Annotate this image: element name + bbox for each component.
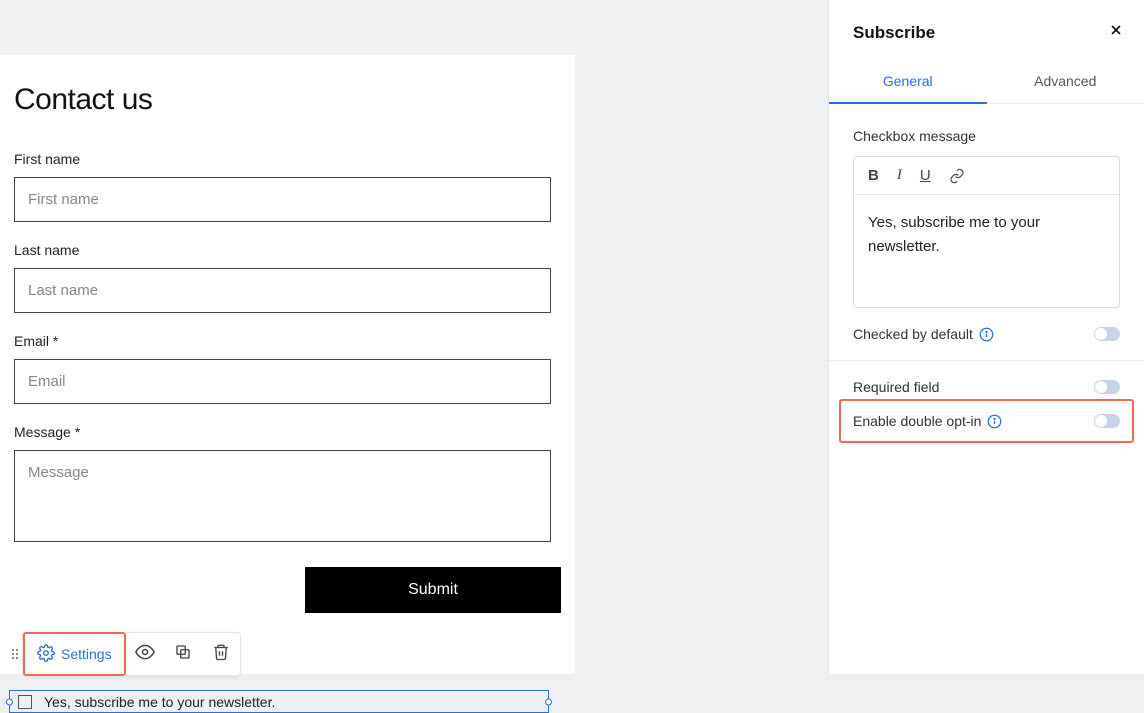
first-name-input[interactable] — [14, 177, 551, 222]
rte-content[interactable]: Yes, subscribe me to your newsletter. — [854, 195, 1119, 307]
subscribe-checkbox-text: Yes, subscribe me to your newsletter. — [44, 694, 275, 710]
panel-body: Checkbox message B I U Yes, subscribe me… — [829, 104, 1144, 443]
trash-icon — [212, 643, 230, 666]
rte-toolbar: B I U — [854, 157, 1119, 195]
checkbox-icon[interactable] — [18, 695, 32, 709]
underline-icon: U — [920, 167, 931, 184]
rich-text-editor: B I U Yes, subscribe me to your newslett… — [853, 156, 1120, 308]
submit-button[interactable]: Submit — [305, 567, 561, 613]
link-button[interactable] — [949, 168, 965, 184]
message-label: Message * — [14, 424, 561, 440]
submit-row: Submit — [14, 567, 561, 613]
tab-general[interactable]: General — [829, 61, 987, 103]
checkbox-message-label: Checkbox message — [853, 128, 1120, 144]
email-input[interactable] — [14, 359, 551, 404]
field-last-name: Last name — [14, 242, 561, 313]
link-icon — [949, 168, 965, 184]
copy-icon — [174, 643, 192, 666]
underline-button[interactable]: U — [920, 167, 931, 184]
settings-panel: Subscribe General Advanced Checkbox mess… — [828, 0, 1144, 674]
tab-general-label: General — [883, 73, 933, 89]
subscribe-checkbox-element[interactable]: Yes, subscribe me to your newsletter. — [9, 690, 549, 713]
delete-button[interactable] — [202, 633, 240, 675]
last-name-label: Last name — [14, 242, 561, 258]
option-required-field: Required field — [853, 361, 1120, 401]
eye-icon — [135, 642, 155, 667]
field-email: Email * — [14, 333, 561, 404]
element-toolbar: Settings — [10, 632, 241, 676]
double-optin-label: Enable double opt-in — [853, 413, 981, 429]
required-field-toggle[interactable] — [1094, 380, 1120, 394]
panel-tabs: General Advanced — [829, 61, 1144, 104]
close-icon — [1108, 25, 1124, 42]
italic-button[interactable]: I — [897, 167, 902, 184]
bold-icon: B — [868, 167, 879, 184]
field-first-name: First name — [14, 151, 561, 222]
form-panel: Contact us First name Last name Email * … — [0, 55, 575, 674]
settings-button-highlight: Settings — [23, 632, 126, 676]
panel-header: Subscribe — [829, 0, 1144, 61]
option-checked-default: Checked by default — [853, 308, 1120, 360]
italic-icon: I — [897, 167, 902, 184]
option-double-optin-highlight: Enable double opt-in — [839, 399, 1134, 443]
message-input[interactable] — [14, 450, 551, 542]
first-name-label: First name — [14, 151, 561, 167]
required-field-label: Required field — [853, 379, 939, 395]
checked-default-label: Checked by default — [853, 326, 973, 342]
bold-button[interactable]: B — [868, 167, 879, 184]
gear-icon — [37, 644, 55, 665]
drag-handle-icon[interactable] — [10, 649, 22, 659]
preview-button[interactable] — [126, 633, 164, 675]
email-label: Email * — [14, 333, 561, 349]
tab-advanced[interactable]: Advanced — [987, 61, 1144, 103]
selection-handle-left[interactable] — [6, 698, 13, 705]
field-message: Message * — [14, 424, 561, 547]
settings-button[interactable]: Settings — [25, 634, 124, 674]
selection-handle-right[interactable] — [545, 698, 552, 705]
double-optin-toggle[interactable] — [1094, 414, 1120, 428]
checked-default-toggle[interactable] — [1094, 327, 1120, 341]
info-icon[interactable] — [987, 414, 1002, 429]
info-icon[interactable] — [979, 327, 994, 342]
last-name-input[interactable] — [14, 268, 551, 313]
duplicate-button[interactable] — [164, 633, 202, 675]
close-button[interactable] — [1108, 22, 1124, 43]
panel-title: Subscribe — [853, 23, 935, 43]
settings-button-label: Settings — [61, 646, 112, 662]
form-title: Contact us — [14, 83, 561, 117]
tab-advanced-label: Advanced — [1034, 73, 1096, 89]
